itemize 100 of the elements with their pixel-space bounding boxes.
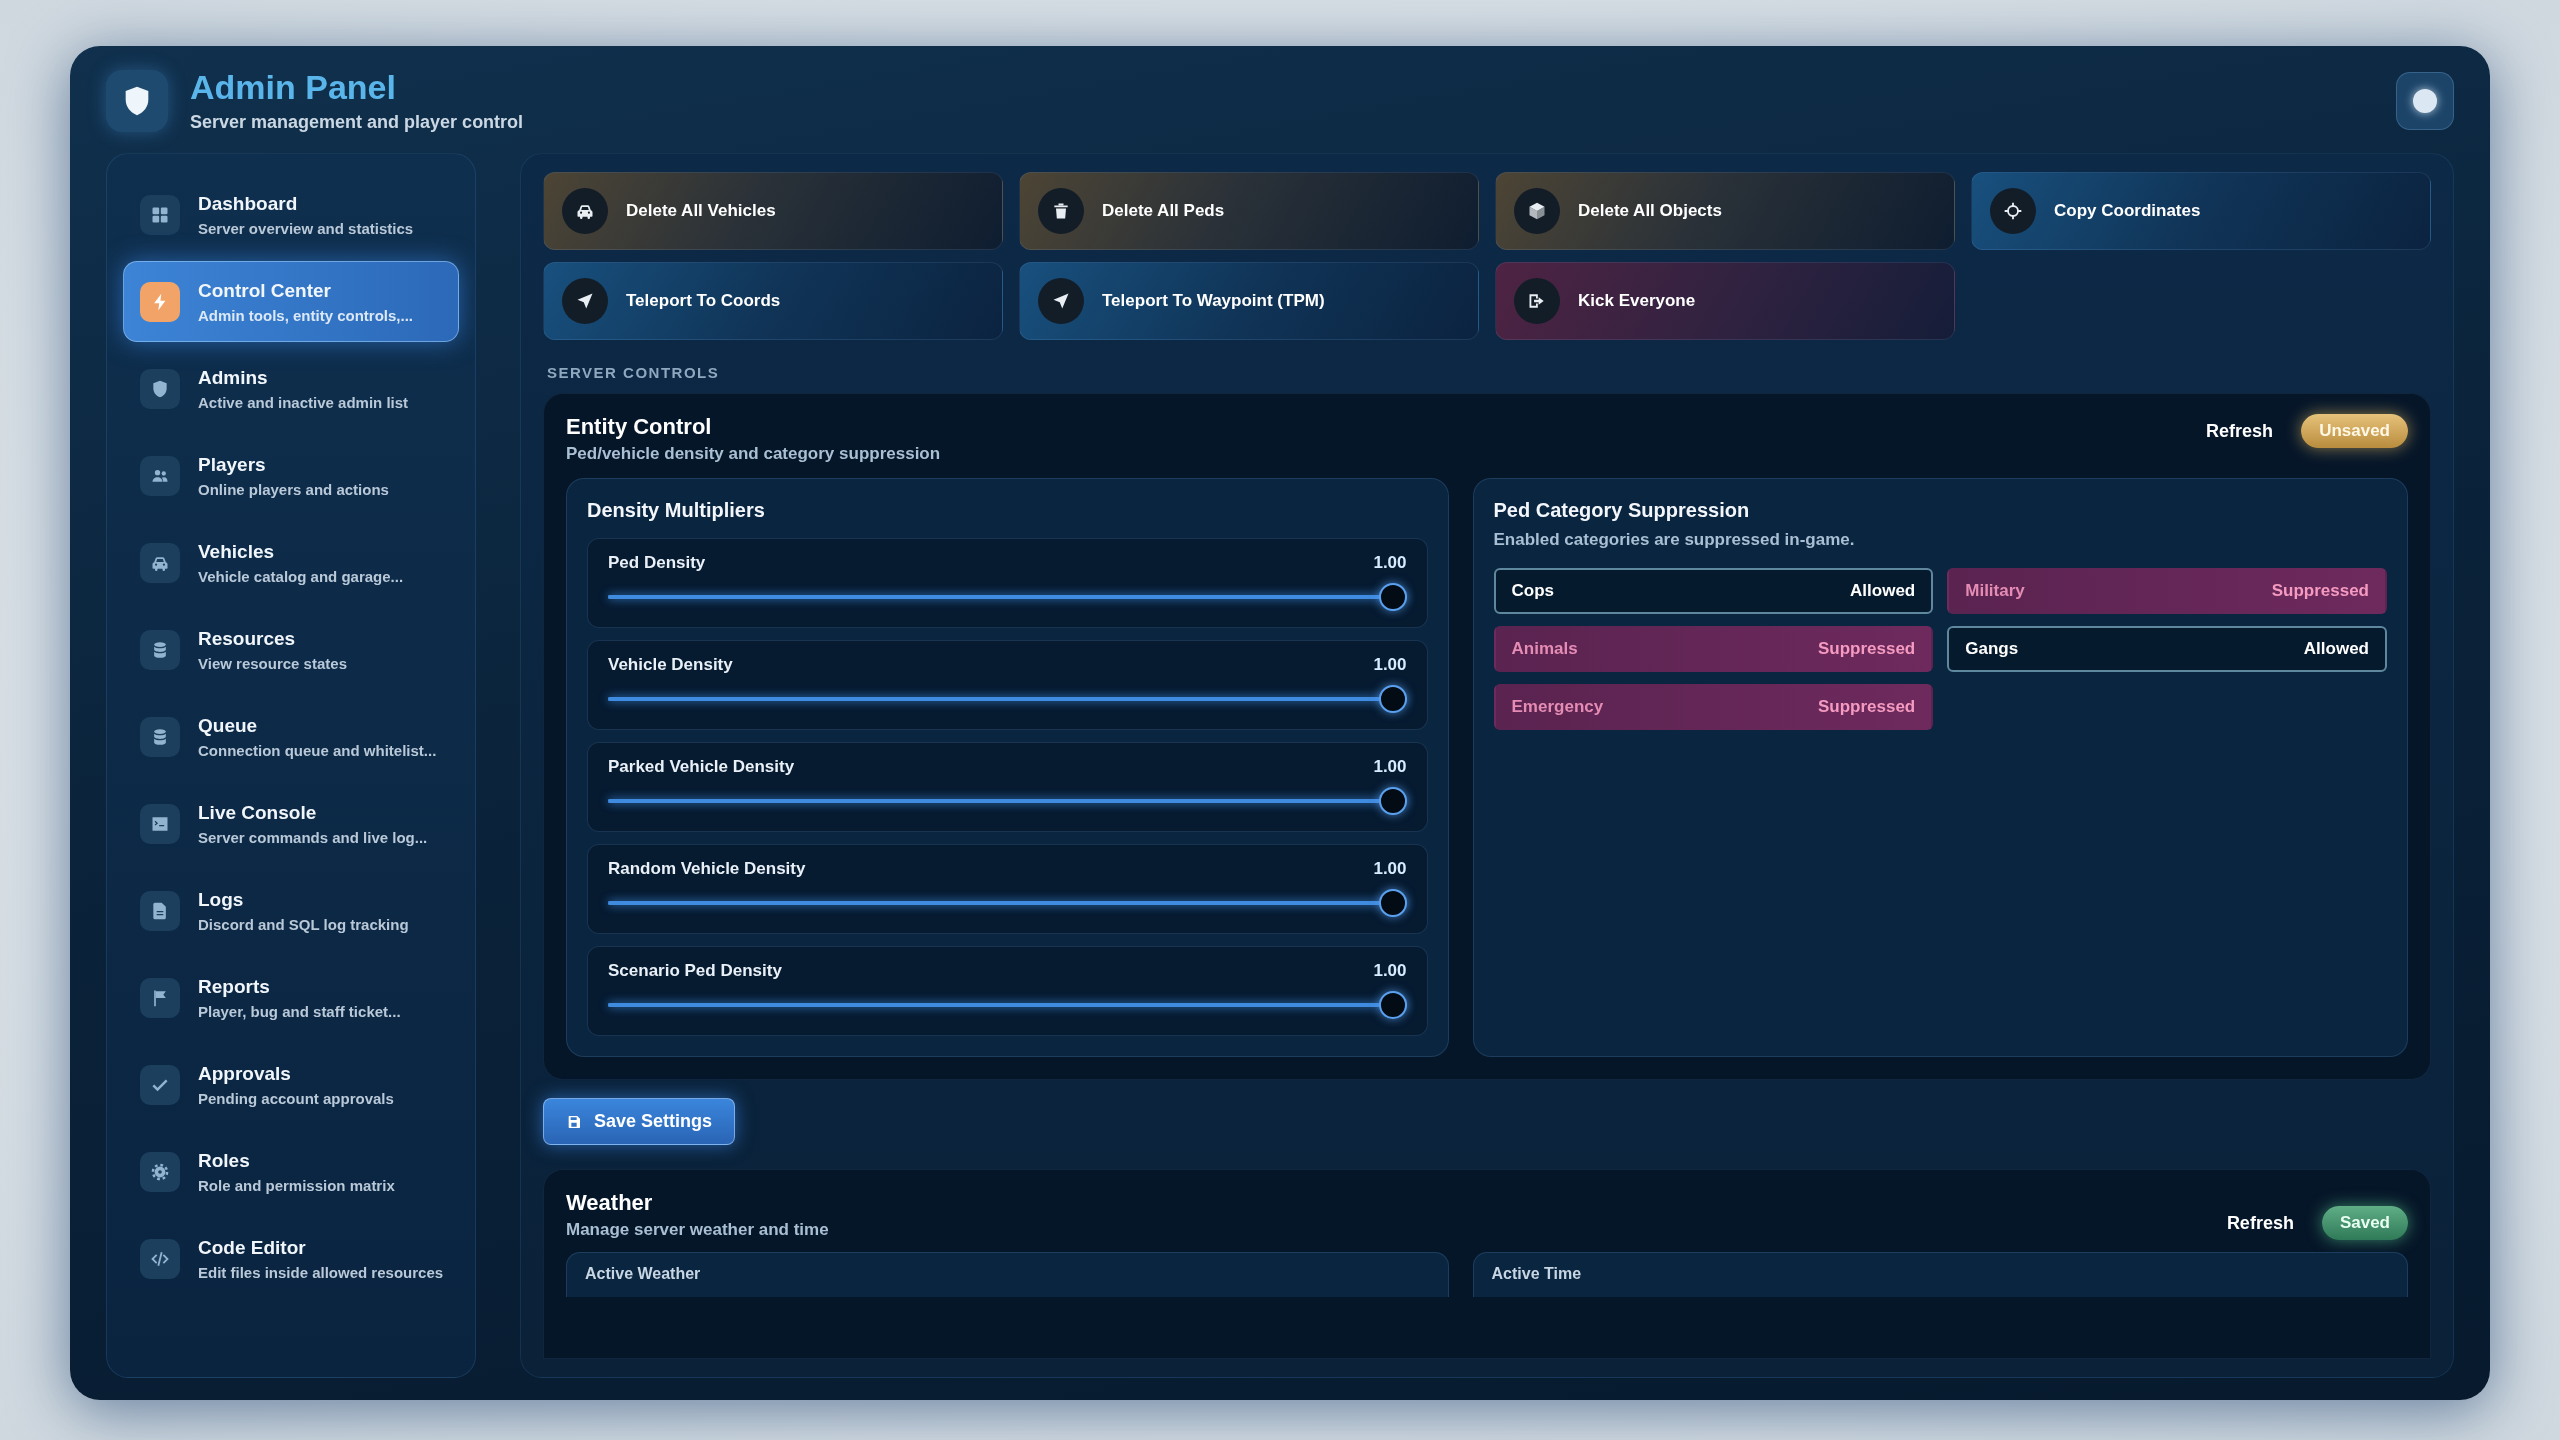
car-icon	[562, 188, 608, 234]
sidebar-item[interactable]: Control Center Admin tools, entity controls,...	[123, 261, 459, 342]
logout-icon	[1514, 278, 1560, 324]
flag-icon	[140, 977, 180, 1018]
sidebar-item[interactable]: Reports Player, bug and staff ticket...	[123, 957, 459, 1038]
sidebar-item[interactable]: Vehicles Vehicle catalog and garage...	[123, 522, 459, 603]
card-subtitle: Ped/vehicle density and category suppression	[566, 444, 941, 464]
sidebar-item[interactable]: Admins Active and inactive admin list	[123, 348, 459, 429]
card-subtitle: Manage server weather and time	[566, 1220, 829, 1240]
sidebar-item-title: Vehicles	[198, 540, 276, 563]
sidebar-item-subtitle: View resource states	[198, 654, 347, 672]
action-button[interactable]: Delete All Peds	[1019, 172, 1479, 250]
slider-value: 1.00	[1373, 655, 1407, 675]
sidebar-item-subtitle: Online players and actions	[198, 480, 389, 498]
category-name: Military	[1965, 581, 2025, 601]
action-button[interactable]: Delete All Objects	[1495, 172, 1955, 250]
category-name: Animals	[1511, 639, 1578, 659]
sidebar-item-subtitle: Player, bug and staff ticket...	[198, 1002, 401, 1020]
sidebar-item-title: Live Console	[198, 801, 318, 824]
status-badge: Saved	[2321, 1206, 2408, 1240]
panel-title: Density Multipliers	[587, 499, 766, 522]
sidebar-item-title: Roles	[198, 1149, 251, 1172]
sidebar-item[interactable]: Players Online players and actions	[123, 435, 459, 516]
action-button[interactable]: Delete All Vehicles	[543, 172, 1003, 250]
slider-track[interactable]	[608, 787, 1407, 815]
slider-thumb[interactable]	[1378, 583, 1407, 611]
sidebar-item-title: Control Center	[198, 279, 332, 302]
category-name: Gangs	[1965, 639, 2019, 659]
refresh-button[interactable]: Refresh	[2202, 414, 2278, 448]
card-title: Entity Control	[566, 414, 713, 440]
sidebar-item-subtitle: Edit files inside allowed resources	[198, 1263, 444, 1281]
sidebar-item[interactable]: Resources View resource states	[123, 609, 459, 690]
section-label: SERVER CONTROLS	[547, 364, 721, 381]
document-icon	[140, 890, 180, 931]
category-state: Suppressed	[1817, 697, 1916, 717]
slider-thumb[interactable]	[1378, 685, 1407, 713]
slider-thumb[interactable]	[1378, 889, 1407, 917]
slider-value: 1.00	[1373, 757, 1407, 777]
circle-icon	[2413, 88, 2437, 113]
sidebar-item-subtitle: Admin tools, entity controls,...	[198, 306, 413, 324]
subpanel-label: Active Weather	[585, 1265, 701, 1282]
refresh-button[interactable]: Refresh	[2222, 1206, 2298, 1240]
category-toggle[interactable]: Emergency Suppressed	[1493, 684, 1934, 730]
action-button[interactable]: Teleport To Coords	[543, 262, 1003, 340]
sidebar-item-title: Players	[198, 453, 267, 476]
crosshair-icon	[1990, 188, 2036, 234]
sidebar-item[interactable]: Dashboard Server overview and statistics	[123, 174, 459, 255]
sidebar-item-subtitle: Role and permission matrix	[198, 1176, 395, 1194]
cube-icon	[1514, 188, 1560, 234]
database-icon	[140, 629, 180, 670]
category-toggle[interactable]: Animals Suppressed	[1493, 626, 1934, 672]
lightning-icon	[140, 281, 180, 322]
sidebar-item-subtitle: Server commands and live log...	[198, 828, 428, 846]
check-icon	[140, 1064, 180, 1105]
sidebar-item-title: Queue	[198, 714, 259, 737]
sidebar-item-title: Reports	[198, 975, 271, 998]
slider-track[interactable]	[608, 583, 1407, 611]
sidebar-item[interactable]: Logs Discord and SQL log tracking	[123, 870, 459, 951]
slider-value: 1.00	[1373, 859, 1407, 879]
category-toggle[interactable]: Cops Allowed	[1493, 568, 1934, 614]
sidebar-item-subtitle: Active and inactive admin list	[198, 393, 409, 411]
category-name: Emergency	[1511, 697, 1604, 717]
slider-thumb[interactable]	[1378, 991, 1407, 1019]
shield-icon	[106, 69, 168, 132]
trash-icon	[1038, 188, 1084, 234]
category-toggle[interactable]: Gangs Allowed	[1947, 626, 2387, 672]
corner-button[interactable]	[2396, 71, 2454, 130]
sidebar-item-subtitle: Server overview and statistics	[198, 219, 414, 237]
grid-icon	[140, 194, 180, 235]
sidebar-item-subtitle: Vehicle catalog and garage...	[198, 567, 404, 585]
sidebar-item[interactable]: Approvals Pending account approvals	[123, 1044, 459, 1125]
sidebar-item[interactable]: Code Editor Edit files inside allowed resources	[123, 1218, 459, 1299]
sidebar-item-title: Admins	[198, 366, 269, 389]
slider-track[interactable]	[608, 889, 1407, 917]
slider-label: Parked Vehicle Density	[608, 757, 795, 777]
slider-value: 1.00	[1373, 961, 1407, 981]
save-settings-button[interactable]: Save Settings	[543, 1098, 736, 1145]
action-button[interactable]: Copy Coordinates	[1971, 172, 2431, 250]
slider-label: Random Vehicle Density	[608, 859, 806, 879]
sidebar-item[interactable]: Queue Connection queue and whitelist...	[123, 696, 459, 777]
action-button[interactable]: Teleport To Waypoint (TPM)	[1019, 262, 1479, 340]
gear-icon	[140, 1151, 180, 1192]
sidebar-item-title: Code Editor	[198, 1236, 307, 1259]
slider-thumb[interactable]	[1378, 787, 1407, 815]
panel-title: Ped Category Suppression	[1493, 499, 1751, 522]
sidebar-item[interactable]: Live Console Server commands and live log...	[123, 783, 459, 864]
category-state: Suppressed	[1817, 639, 1916, 659]
category-state: Suppressed	[2271, 581, 2369, 601]
subpanel-label: Active Time	[1491, 1265, 1582, 1282]
category-toggle[interactable]: Military Suppressed	[1947, 568, 2387, 614]
slider-track[interactable]	[608, 685, 1407, 713]
slider-track[interactable]	[608, 991, 1407, 1019]
slider-value: 1.00	[1373, 553, 1407, 573]
app-subtitle: Server management and player control	[190, 112, 524, 133]
slider-label: Scenario Ped Density	[608, 961, 782, 981]
action-button[interactable]: Kick Everyone	[1495, 262, 1955, 340]
sidebar-item[interactable]: Roles Role and permission matrix	[123, 1131, 459, 1212]
sidebar-item-title: Resources	[198, 627, 297, 650]
sidebar-item-title: Dashboard	[198, 192, 299, 215]
slider-label: Vehicle Density	[608, 655, 733, 675]
